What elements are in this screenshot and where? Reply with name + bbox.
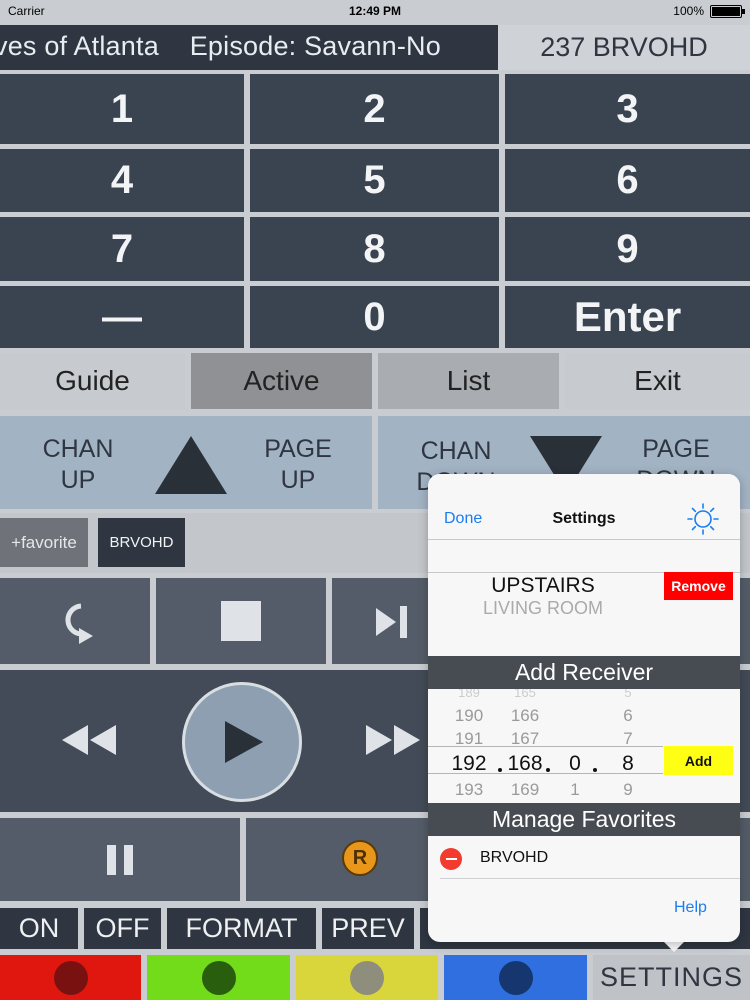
now-playing-bar: ves of Atlanta Episode: Savann-No 237 BR…: [0, 25, 750, 70]
remove-receiver-button[interactable]: Remove: [664, 572, 733, 600]
record-icon: R: [342, 840, 378, 876]
red-button[interactable]: [0, 955, 141, 1000]
rewind-button[interactable]: [50, 710, 130, 770]
program-title: ves of Atlanta Episode: Savann-No: [0, 31, 441, 61]
ip-dot-separator: [498, 768, 502, 772]
delete-favorite-icon[interactable]: [440, 848, 462, 870]
blue-button[interactable]: [444, 955, 587, 1000]
popover-header: Settings Done: [428, 474, 740, 540]
stop-icon: [221, 601, 261, 641]
key-dash[interactable]: —: [0, 286, 244, 348]
key-8[interactable]: 8: [250, 217, 499, 281]
stop-button[interactable]: [156, 578, 326, 664]
active-button[interactable]: Active: [191, 353, 372, 409]
key-enter[interactable]: Enter: [505, 286, 750, 348]
picker-selection-line-bottom: [428, 773, 663, 774]
ip-octet-1-wheel[interactable]: 189 190 191 192 193 194: [444, 689, 494, 801]
page-up-label: PAGE UP: [264, 435, 332, 494]
chan-up-label: CHAN UP: [42, 435, 114, 494]
battery-icon: [710, 5, 745, 18]
format-button[interactable]: FORMAT: [167, 908, 316, 949]
ip-octet-4-wheel[interactable]: 5 6 7 8 9 10: [603, 689, 653, 801]
up-triangle-icon: [155, 436, 227, 494]
ip-address-picker[interactable]: 189 190 191 192 193 194 165 166 167 168 …: [428, 689, 740, 801]
key-3[interactable]: 3: [505, 74, 750, 144]
favorite-item-label: BRVOHD: [480, 849, 549, 866]
fast-forward-icon: [366, 725, 420, 755]
guide-button[interactable]: Guide: [0, 353, 185, 409]
key-1[interactable]: 1: [0, 74, 244, 144]
fast-forward-button[interactable]: [352, 710, 432, 770]
ip-octet-3-wheel[interactable]: 0 1 2: [550, 689, 600, 801]
list-button[interactable]: List: [378, 353, 559, 409]
status-bar: Carrier 12:49 PM 100%: [0, 0, 750, 22]
green-dot-icon: [201, 960, 236, 995]
key-2[interactable]: 2: [250, 74, 499, 144]
ip-dot-separator: [546, 768, 550, 772]
receiver-option-selected[interactable]: UPSTAIRS: [428, 574, 658, 598]
key-4[interactable]: 4: [0, 149, 244, 212]
ip-dot-separator: [593, 768, 597, 772]
add-receiver-header: Add Receiver: [428, 656, 740, 689]
key-5[interactable]: 5: [250, 149, 499, 212]
play-button[interactable]: [182, 682, 302, 802]
settings-button[interactable]: SETTINGS: [593, 955, 750, 1000]
pause-button[interactable]: [0, 818, 240, 901]
favorite-brvohd-button[interactable]: BRVOHD: [98, 518, 185, 567]
red-dot-icon: [53, 960, 88, 995]
chan-page-up-panel[interactable]: CHAN UP PAGE UP: [0, 416, 372, 509]
power-off-button[interactable]: OFF: [84, 908, 161, 949]
skip-next-icon: [376, 606, 407, 638]
ip-octet-2-wheel[interactable]: 165 166 167 168 169 170: [500, 689, 550, 801]
key-7[interactable]: 7: [0, 217, 244, 281]
picker-selection-line-top: [428, 746, 663, 747]
pause-icon: [107, 844, 133, 875]
settings-popover: Settings Done UPSTAIRS LIVING ROOM Remov…: [428, 474, 740, 942]
replay-button[interactable]: [0, 578, 150, 664]
power-on-button[interactable]: ON: [0, 908, 78, 949]
rewind-icon: [62, 725, 116, 755]
add-favorite-button[interactable]: +favorite: [0, 518, 88, 567]
key-0[interactable]: 0: [250, 286, 499, 348]
current-channel[interactable]: 237 BRVOHD: [498, 25, 750, 70]
clock: 12:49 PM: [348, 4, 402, 18]
receiver-option[interactable]: LIVING ROOM: [428, 598, 658, 619]
replay-icon: [65, 603, 93, 644]
manage-favorites-header: Manage Favorites: [428, 803, 740, 836]
add-receiver-button[interactable]: Add: [664, 746, 733, 775]
brightness-icon[interactable]: [686, 502, 720, 536]
prev-button[interactable]: PREV: [322, 908, 414, 949]
done-button[interactable]: Done: [444, 510, 482, 528]
help-link[interactable]: Help: [674, 899, 707, 917]
yellow-dot-icon: [350, 960, 384, 995]
exit-button[interactable]: Exit: [565, 353, 750, 409]
green-button[interactable]: [147, 955, 290, 1000]
play-icon: [225, 721, 263, 763]
blue-dot-icon: [498, 960, 533, 995]
key-6[interactable]: 6: [505, 149, 750, 212]
favorite-divider: [440, 878, 740, 879]
key-9[interactable]: 9: [505, 217, 750, 281]
battery-percent: 100%: [673, 4, 704, 18]
yellow-button[interactable]: [296, 955, 438, 1000]
